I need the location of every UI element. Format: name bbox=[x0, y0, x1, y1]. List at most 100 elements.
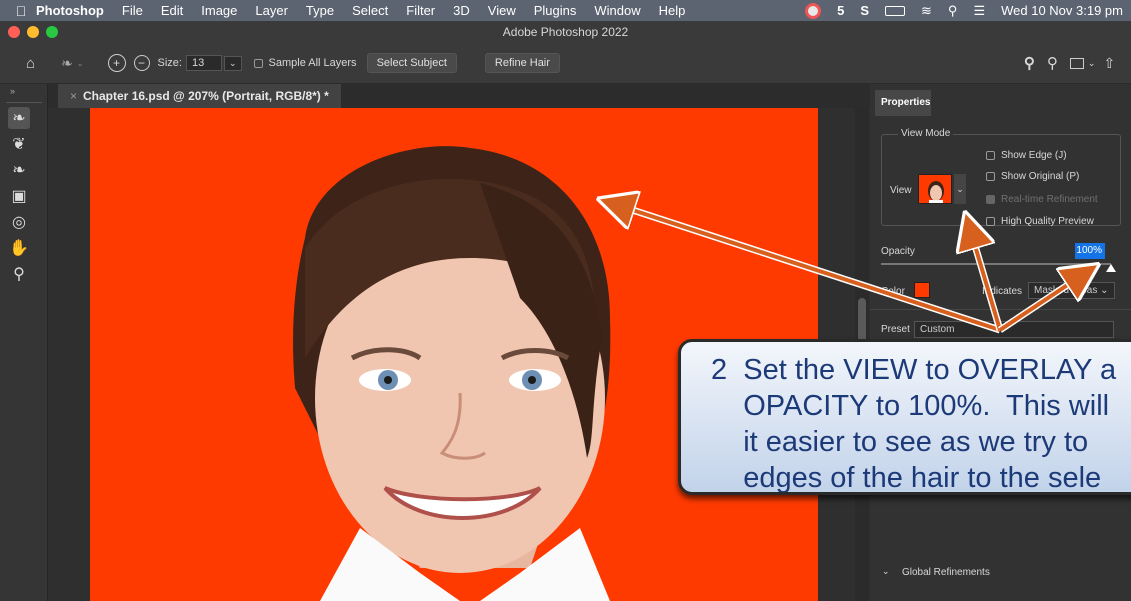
share-icon[interactable]: ⇧ bbox=[1103, 55, 1115, 72]
show-edge-checkbox[interactable] bbox=[986, 151, 995, 160]
show-original-label: Show Original (P) bbox=[1001, 171, 1080, 182]
control-center-icon[interactable]: ☰ bbox=[973, 3, 985, 19]
global-refinements-label[interactable]: Global Refinements bbox=[902, 567, 990, 578]
brush-size-field[interactable]: 13 bbox=[185, 55, 222, 71]
chevron-down-icon[interactable]: ⌄ bbox=[77, 59, 84, 68]
wifi-icon[interactable]: ≋ bbox=[921, 3, 932, 19]
toolbar-grip bbox=[6, 102, 42, 103]
show-original-checkbox[interactable] bbox=[986, 172, 995, 181]
window-title: Adobe Photoshop 2022 bbox=[502, 25, 629, 39]
menu-file[interactable]: File bbox=[122, 3, 143, 18]
document-tab-bar: × Chapter 16.psd @ 207% (Portrait, RGB/8*… bbox=[48, 84, 870, 108]
menu-layer[interactable]: Layer bbox=[255, 3, 288, 18]
add-to-selection-icon[interactable]: + bbox=[107, 54, 126, 72]
brush-tool-icon[interactable]: ❧ bbox=[8, 159, 30, 181]
indicates-label: Indicates bbox=[982, 286, 1023, 297]
tools-panel: » ❧ ❦ ❧ ▣ ◎ ✋ ⚲ bbox=[0, 84, 48, 601]
view-thumbnail-portrait bbox=[928, 181, 944, 203]
menu-window[interactable]: Window bbox=[594, 3, 640, 18]
preset-label: Preset bbox=[881, 324, 910, 335]
quick-selection-tool-icon[interactable]: ❧ bbox=[8, 107, 30, 129]
preset-value: Custom bbox=[920, 324, 955, 335]
document-tab[interactable]: × Chapter 16.psd @ 207% (Portrait, RGB/8*… bbox=[58, 84, 341, 108]
zoom-tool-icon[interactable]: ⚲ bbox=[8, 263, 30, 285]
menu-plugins[interactable]: Plugins bbox=[534, 3, 577, 18]
hand-tool-icon[interactable]: ✋ bbox=[8, 237, 30, 259]
global-refinements-chevron-icon[interactable]: ⌄ bbox=[882, 566, 890, 577]
view-label: View bbox=[890, 185, 912, 196]
opacity-value-field[interactable]: 100% bbox=[1075, 243, 1105, 259]
opacity-label: Opacity bbox=[881, 246, 915, 257]
workspace-icon[interactable] bbox=[1069, 57, 1084, 69]
apple-icon[interactable]:  bbox=[6, 3, 36, 19]
minimize-window-button[interactable] bbox=[27, 26, 39, 38]
menu-app-name[interactable]: Photoshop bbox=[36, 3, 104, 18]
panel-divider bbox=[870, 309, 1131, 310]
menu-view[interactable]: View bbox=[488, 3, 516, 18]
creative-cloud-icon[interactable] bbox=[805, 2, 822, 19]
options-bar: ⌂ ❧ ⌄ + − Size: 13 ⌄ Sample All Layers S… bbox=[0, 43, 1131, 84]
high-quality-preview-option[interactable]: High Quality Preview bbox=[986, 216, 1094, 227]
chevron-down-icon: ⌄ bbox=[1100, 285, 1109, 296]
menu-edit[interactable]: Edit bbox=[161, 3, 183, 18]
menu-image[interactable]: Image bbox=[201, 3, 237, 18]
callout-line-2: OPACITY to 100%. This will bbox=[743, 390, 1110, 422]
realtime-refinement-checkbox bbox=[986, 195, 995, 204]
preset-select[interactable]: Custom bbox=[914, 321, 1114, 338]
show-original-option[interactable]: Show Original (P) bbox=[986, 171, 1079, 182]
object-selection-tool-icon[interactable]: ▣ bbox=[8, 185, 30, 207]
menu-type[interactable]: Type bbox=[306, 3, 334, 18]
callout-line-3: it easier to see as we try to bbox=[743, 426, 1089, 458]
menu-3d[interactable]: 3D bbox=[453, 3, 470, 18]
high-quality-preview-label: High Quality Preview bbox=[1001, 216, 1094, 227]
instruction-callout: 2 Set the VIEW to OVERLAY a OPACITY to 1… bbox=[678, 339, 1131, 495]
realtime-refinement-option: Real-time Refinement bbox=[986, 194, 1098, 205]
home-icon[interactable]: ⌂ bbox=[26, 55, 35, 72]
callout-line-4: edges of the hair to the sele bbox=[743, 462, 1102, 494]
color-label: Color bbox=[881, 286, 905, 297]
opacity-slider-handle[interactable] bbox=[1106, 264, 1116, 272]
search-icon[interactable]: ⚲ bbox=[1047, 54, 1058, 72]
mac-menubar:  Photoshop File Edit Image Layer Type S… bbox=[0, 0, 1131, 21]
spotlight-search-icon[interactable]: ⚲ bbox=[948, 3, 958, 19]
refine-brush-tool-icon[interactable]: ❧ bbox=[61, 55, 73, 72]
indicates-select[interactable]: Masked Areas ⌄ bbox=[1028, 282, 1115, 299]
battery-icon[interactable] bbox=[885, 5, 906, 16]
overlay-color-swatch[interactable] bbox=[914, 282, 930, 298]
realtime-refinement-label: Real-time Refinement bbox=[1001, 194, 1098, 205]
indicates-value: Masked Areas bbox=[1034, 285, 1098, 296]
sample-all-layers-label: Sample All Layers bbox=[268, 57, 357, 69]
menubar-clock[interactable]: Wed 10 Nov 3:19 pm bbox=[1001, 3, 1123, 18]
view-mode-dropdown-icon[interactable]: ⌄ bbox=[954, 174, 966, 204]
status-area: 5 S ≋ ⚲ ☰ Wed 10 Nov 3:19 pm bbox=[805, 0, 1123, 21]
show-edge-option[interactable]: Show Edge (J) bbox=[986, 150, 1067, 161]
high-quality-preview-checkbox[interactable] bbox=[986, 217, 995, 226]
view-mode-label: View Mode bbox=[898, 128, 954, 139]
size-label: Size: bbox=[157, 57, 182, 69]
sample-all-layers-checkbox[interactable] bbox=[253, 58, 263, 68]
five-app-icon[interactable]: 5 bbox=[837, 3, 844, 18]
zoom-window-button[interactable] bbox=[46, 26, 58, 38]
subtract-from-selection-icon[interactable]: − bbox=[133, 55, 150, 71]
lasso-tool-icon[interactable]: ◎ bbox=[8, 211, 30, 233]
opacity-slider[interactable] bbox=[881, 263, 1111, 265]
workspace-chevron-icon[interactable]: ⌄ bbox=[1088, 58, 1096, 69]
close-window-button[interactable] bbox=[8, 26, 20, 38]
menu-select[interactable]: Select bbox=[352, 3, 388, 18]
menu-filter[interactable]: Filter bbox=[406, 3, 435, 18]
refine-edge-brush-tool-icon[interactable]: ❦ bbox=[8, 133, 30, 155]
select-subject-button[interactable]: Select Subject bbox=[366, 53, 457, 73]
search-people-icon[interactable]: ⚲ bbox=[1024, 54, 1035, 72]
refine-hair-button[interactable]: Refine Hair bbox=[484, 53, 560, 73]
callout-step-number: 2 bbox=[711, 354, 728, 386]
callout-line-1: Set the VIEW to OVERLAY a bbox=[743, 354, 1117, 386]
show-edge-label: Show Edge (J) bbox=[1001, 150, 1067, 161]
brush-size-dropdown-icon[interactable]: ⌄ bbox=[223, 55, 242, 71]
close-document-icon[interactable]: × bbox=[70, 89, 77, 103]
menu-help[interactable]: Help bbox=[659, 3, 686, 18]
view-mode-thumbnail[interactable] bbox=[918, 174, 952, 204]
panel-collapse-icon[interactable]: » bbox=[10, 86, 47, 96]
s-app-icon[interactable]: S bbox=[860, 3, 869, 18]
document-tab-title: Chapter 16.psd @ 207% (Portrait, RGB/8*)… bbox=[83, 89, 329, 103]
tab-properties[interactable]: Properties bbox=[875, 90, 931, 116]
